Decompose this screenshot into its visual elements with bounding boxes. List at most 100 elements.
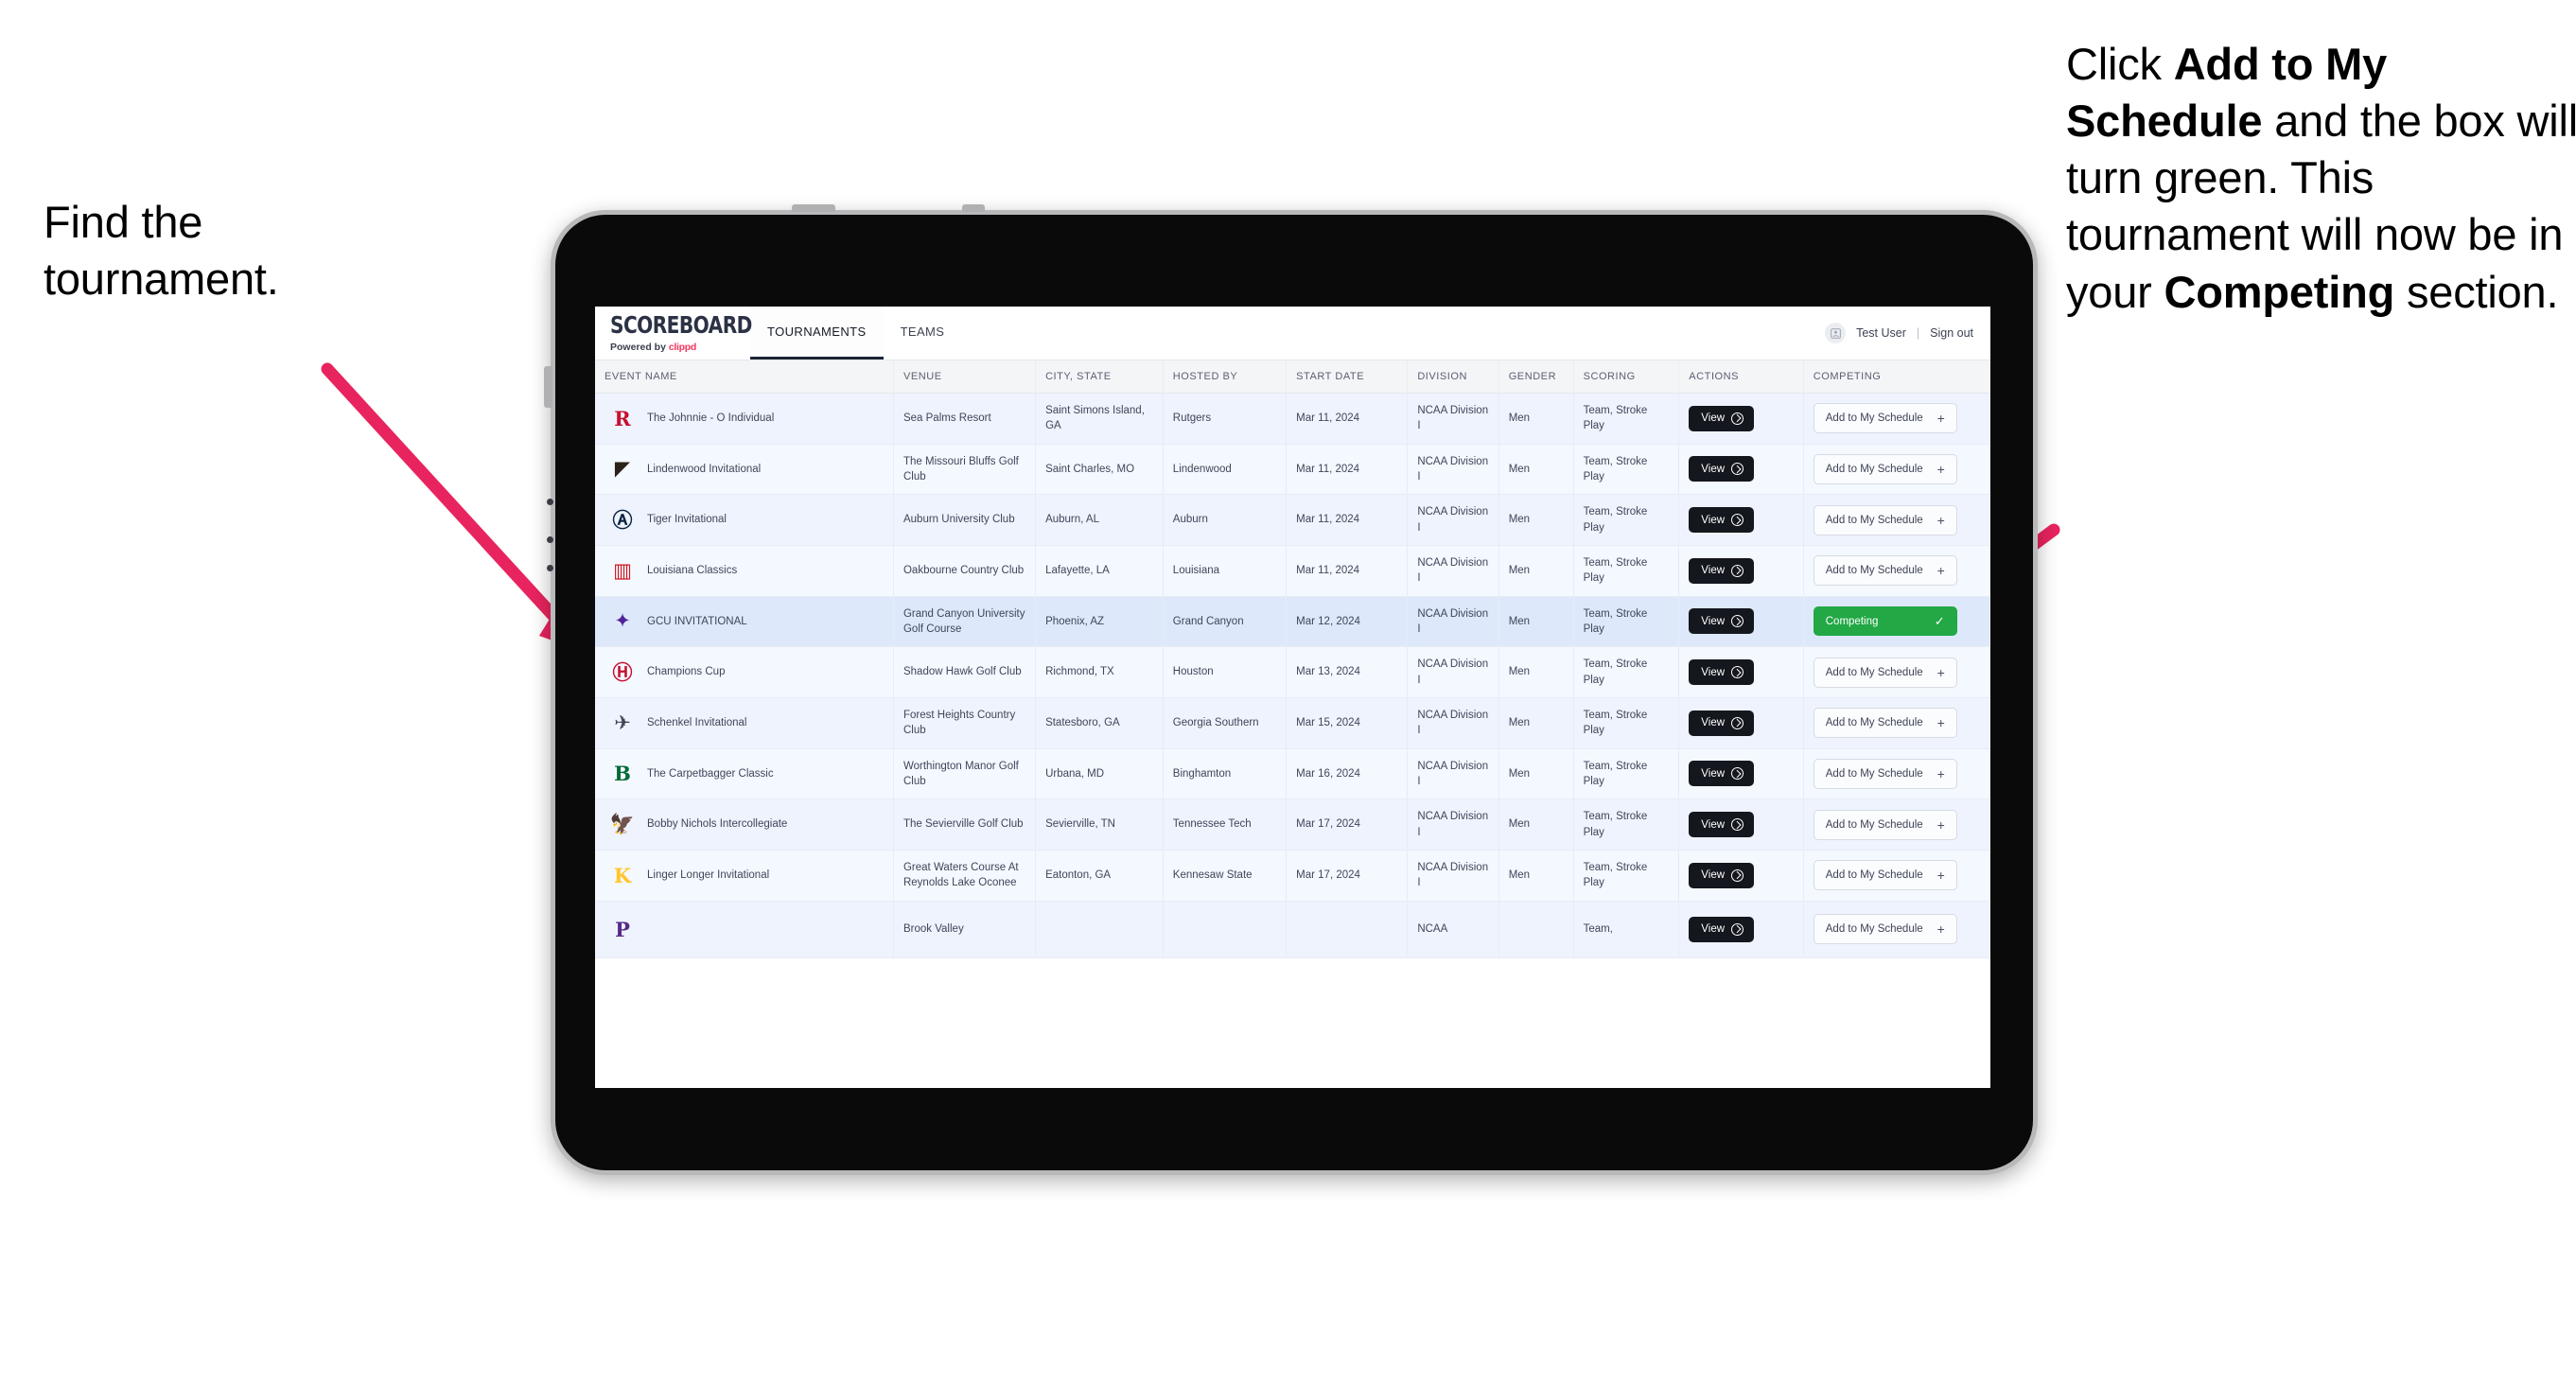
add-to-my-schedule-button[interactable]: Add to My Schedule + [1813,403,1957,434]
column-header-gender[interactable]: GENDER [1498,360,1574,394]
cell-city-state: Sevierville, TN [1035,798,1164,851]
brand-powered-by: Powered by clippd [610,342,737,353]
add-to-my-schedule-button[interactable]: Add to My Schedule + [1813,860,1957,891]
table-body: R The Johnnie - O Individual Sea Palms Res… [595,393,1990,958]
tab-tournaments[interactable]: TOURNAMENTS [750,307,884,360]
column-header-city-state[interactable]: CITY, STATE [1035,360,1164,394]
nav-tabs: TOURNAMENTS TEAMS [750,307,961,360]
table-row[interactable]: Ⓐ Tiger Invitational Auburn University Clu… [595,494,1990,546]
cell-city-state: Saint Simons Island, GA [1035,393,1164,445]
add-to-my-schedule-button[interactable]: Add to My Schedule + [1813,453,1957,484]
view-button[interactable]: View [1689,456,1755,482]
cell-hosted-by: Louisiana [1163,545,1288,597]
cell-gender: Men [1498,393,1574,445]
team-logo-icon: ◤ [614,457,631,481]
cell-scoring: Team, Stroke Play [1573,697,1680,749]
view-button-label: View [1701,565,1726,577]
event-name-label: Lindenwood Invitational [647,463,762,475]
cell-actions: View [1678,748,1804,800]
cell-hosted-by [1163,901,1288,958]
cell-event-name: ✈ Schenkel Invitational [595,697,894,749]
cell-division: NCAA Division I [1407,646,1499,698]
sign-out-link[interactable]: Sign out [1930,326,1973,340]
table-row[interactable]: P Brook Valley NCAA Team, View Add to My Sche… [595,901,1990,958]
column-header-division[interactable]: DIVISION [1407,360,1499,394]
team-logo-icon: Ⓐ [612,508,633,533]
cell-actions: View [1678,697,1804,749]
cell-venue: Worthington Manor Golf Club [893,748,1037,800]
arrow-right-circle-icon [1731,514,1744,527]
add-to-my-schedule-button[interactable]: Add to My Schedule + [1813,708,1957,739]
view-button[interactable]: View [1689,659,1755,686]
add-to-my-schedule-button[interactable]: Add to My Schedule + [1813,657,1957,688]
add-to-my-schedule-button[interactable]: Add to My Schedule + [1813,504,1957,535]
team-logo-icon: 🦅 [609,813,636,836]
add-to-my-schedule-button[interactable]: Add to My Schedule + [1813,758,1957,789]
plus-icon: + [1936,921,1945,938]
cell-start-date: Mar 12, 2024 [1286,596,1409,648]
cell-division: NCAA Division I [1407,545,1499,597]
view-button[interactable]: View [1689,557,1755,584]
view-button[interactable]: View [1689,710,1755,736]
cell-competing: Add to My Schedule + [1803,748,1990,800]
column-header-competing[interactable]: COMPETING [1803,360,1990,394]
view-button[interactable]: View [1689,812,1755,838]
cell-start-date: Mar 11, 2024 [1286,444,1409,496]
annotation-left-line1: Find the [44,197,203,247]
view-button[interactable]: View [1689,507,1755,534]
cell-gender: Men [1498,798,1574,851]
view-button-label: View [1701,923,1726,936]
view-button[interactable]: View [1689,608,1755,635]
tablet-side-dot-1 [547,499,553,505]
cell-competing: Add to My Schedule + [1803,444,1990,496]
tab-teams[interactable]: TEAMS [884,307,962,360]
cell-venue: Grand Canyon University Golf Course [893,596,1037,648]
column-header-start-date[interactable]: START DATE [1286,360,1409,394]
table-row[interactable]: Ⓗ Champions Cup Shadow Hawk Golf Club Richm… [595,646,1990,698]
annotation-right-bold2: Competing [2164,266,2395,317]
add-to-my-schedule-button[interactable]: Add to My Schedule + [1813,914,1957,945]
view-button[interactable]: View [1689,862,1755,888]
cell-start-date: Mar 11, 2024 [1286,494,1409,546]
table-row[interactable]: K Linger Longer Invitational Great Waters … [595,850,1990,902]
table-row[interactable]: ▥ Louisiana Classics Oakbourne Country Clu… [595,545,1990,597]
view-button[interactable]: View [1689,405,1755,431]
cell-venue: Great Waters Course At Reynolds Lake Oco… [893,850,1037,902]
tablet-top-button [792,204,835,212]
cell-event-name: ✦ GCU INVITATIONAL [595,596,894,648]
add-to-my-schedule-button[interactable]: Add to My Schedule + [1813,809,1957,840]
team-logo-icon: Ⓗ [612,660,633,685]
tournaments-table-container[interactable]: EVENT NAME VENUE CITY, STATE HOSTED BY START… [595,360,1990,1088]
column-header-event-name[interactable]: EVENT NAME [595,360,894,394]
table-row[interactable]: ◤ Lindenwood Invitational The Missouri Blu… [595,444,1990,496]
cell-hosted-by: Auburn [1163,494,1288,546]
add-button-label: Add to My Schedule [1825,818,1923,831]
add-button-label: Add to My Schedule [1825,869,1923,882]
view-button[interactable]: View [1689,761,1755,787]
cell-scoring: Team, Stroke Play [1573,393,1680,445]
competing-button-label: Competing [1825,615,1879,627]
cell-start-date [1286,901,1409,958]
table-row[interactable]: ✈ Schenkel Invitational Forest Heights Cou… [595,697,1990,749]
column-header-actions[interactable]: ACTIONS [1678,360,1804,394]
cell-actions: View [1678,850,1804,902]
brand-clippd-name: clippd [668,341,696,353]
column-header-venue[interactable]: VENUE [893,360,1037,394]
user-avatar-icon[interactable] [1825,323,1847,343]
column-header-hosted-by[interactable]: HOSTED BY [1163,360,1288,394]
plus-icon: + [1936,765,1945,781]
table-row[interactable]: 🦅 Bobby Nichols Intercollegiate The Sevier… [595,798,1990,851]
table-row[interactable]: B The Carpetbagger Classic Worthington Man… [595,748,1990,800]
arrow-right-circle-icon [1731,615,1744,628]
cell-event-name: K Linger Longer Invitational [595,850,894,902]
cell-hosted-by: Grand Canyon [1163,596,1288,648]
view-button[interactable]: View [1689,916,1755,942]
add-to-my-schedule-button[interactable]: Add to My Schedule + [1813,555,1957,587]
column-header-scoring[interactable]: SCORING [1573,360,1680,394]
cell-division: NCAA Division I [1407,798,1499,851]
cell-scoring: Team, Stroke Play [1573,545,1680,597]
table-row[interactable]: R The Johnnie - O Individual Sea Palms Res… [595,393,1990,445]
table-row[interactable]: ✦ GCU INVITATIONAL Grand Canyon University… [595,596,1990,648]
competing-button[interactable]: Competing ✓ [1813,606,1957,637]
cell-event-name: P [595,901,894,958]
